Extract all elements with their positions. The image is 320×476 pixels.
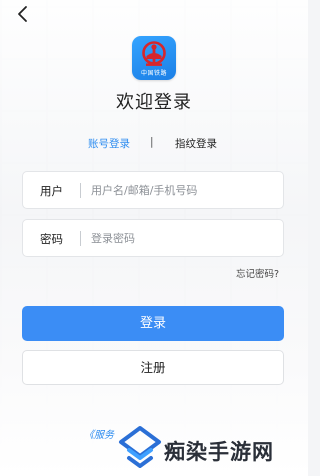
username-label: 用户 bbox=[40, 184, 63, 198]
password-input[interactable] bbox=[91, 225, 275, 251]
password-label: 密码 bbox=[40, 232, 63, 246]
login-tabs: 账号登录 | 指纹登录 bbox=[0, 136, 308, 152]
watermark-logo-icon bbox=[119, 426, 161, 468]
username-input[interactable] bbox=[91, 177, 275, 203]
tab-separator: | bbox=[150, 136, 154, 148]
tab-fingerprint-login[interactable]: 指纹登录 bbox=[175, 136, 217, 151]
tab-account-login[interactable]: 账号登录 bbox=[88, 136, 130, 151]
username-field[interactable]: 用户 bbox=[22, 171, 284, 209]
page-title: 欢迎登录 bbox=[116, 92, 192, 113]
app-logo: 中国铁路 bbox=[132, 36, 176, 80]
register-button[interactable]: 注册 bbox=[22, 350, 284, 385]
password-field[interactable]: 密码 bbox=[22, 219, 284, 257]
watermark-text: 痴染手游网 bbox=[164, 440, 274, 464]
login-button[interactable]: 登录 bbox=[22, 306, 284, 341]
logo-caption: 中国铁路 bbox=[140, 70, 167, 77]
field-divider bbox=[80, 231, 81, 246]
forgot-password-link[interactable]: 忘记密码? bbox=[236, 266, 279, 280]
service-agreement-link[interactable]: 《服务 bbox=[84, 426, 114, 441]
back-button[interactable] bbox=[14, 4, 36, 26]
field-divider bbox=[80, 183, 81, 198]
back-arrow-icon bbox=[18, 6, 27, 22]
